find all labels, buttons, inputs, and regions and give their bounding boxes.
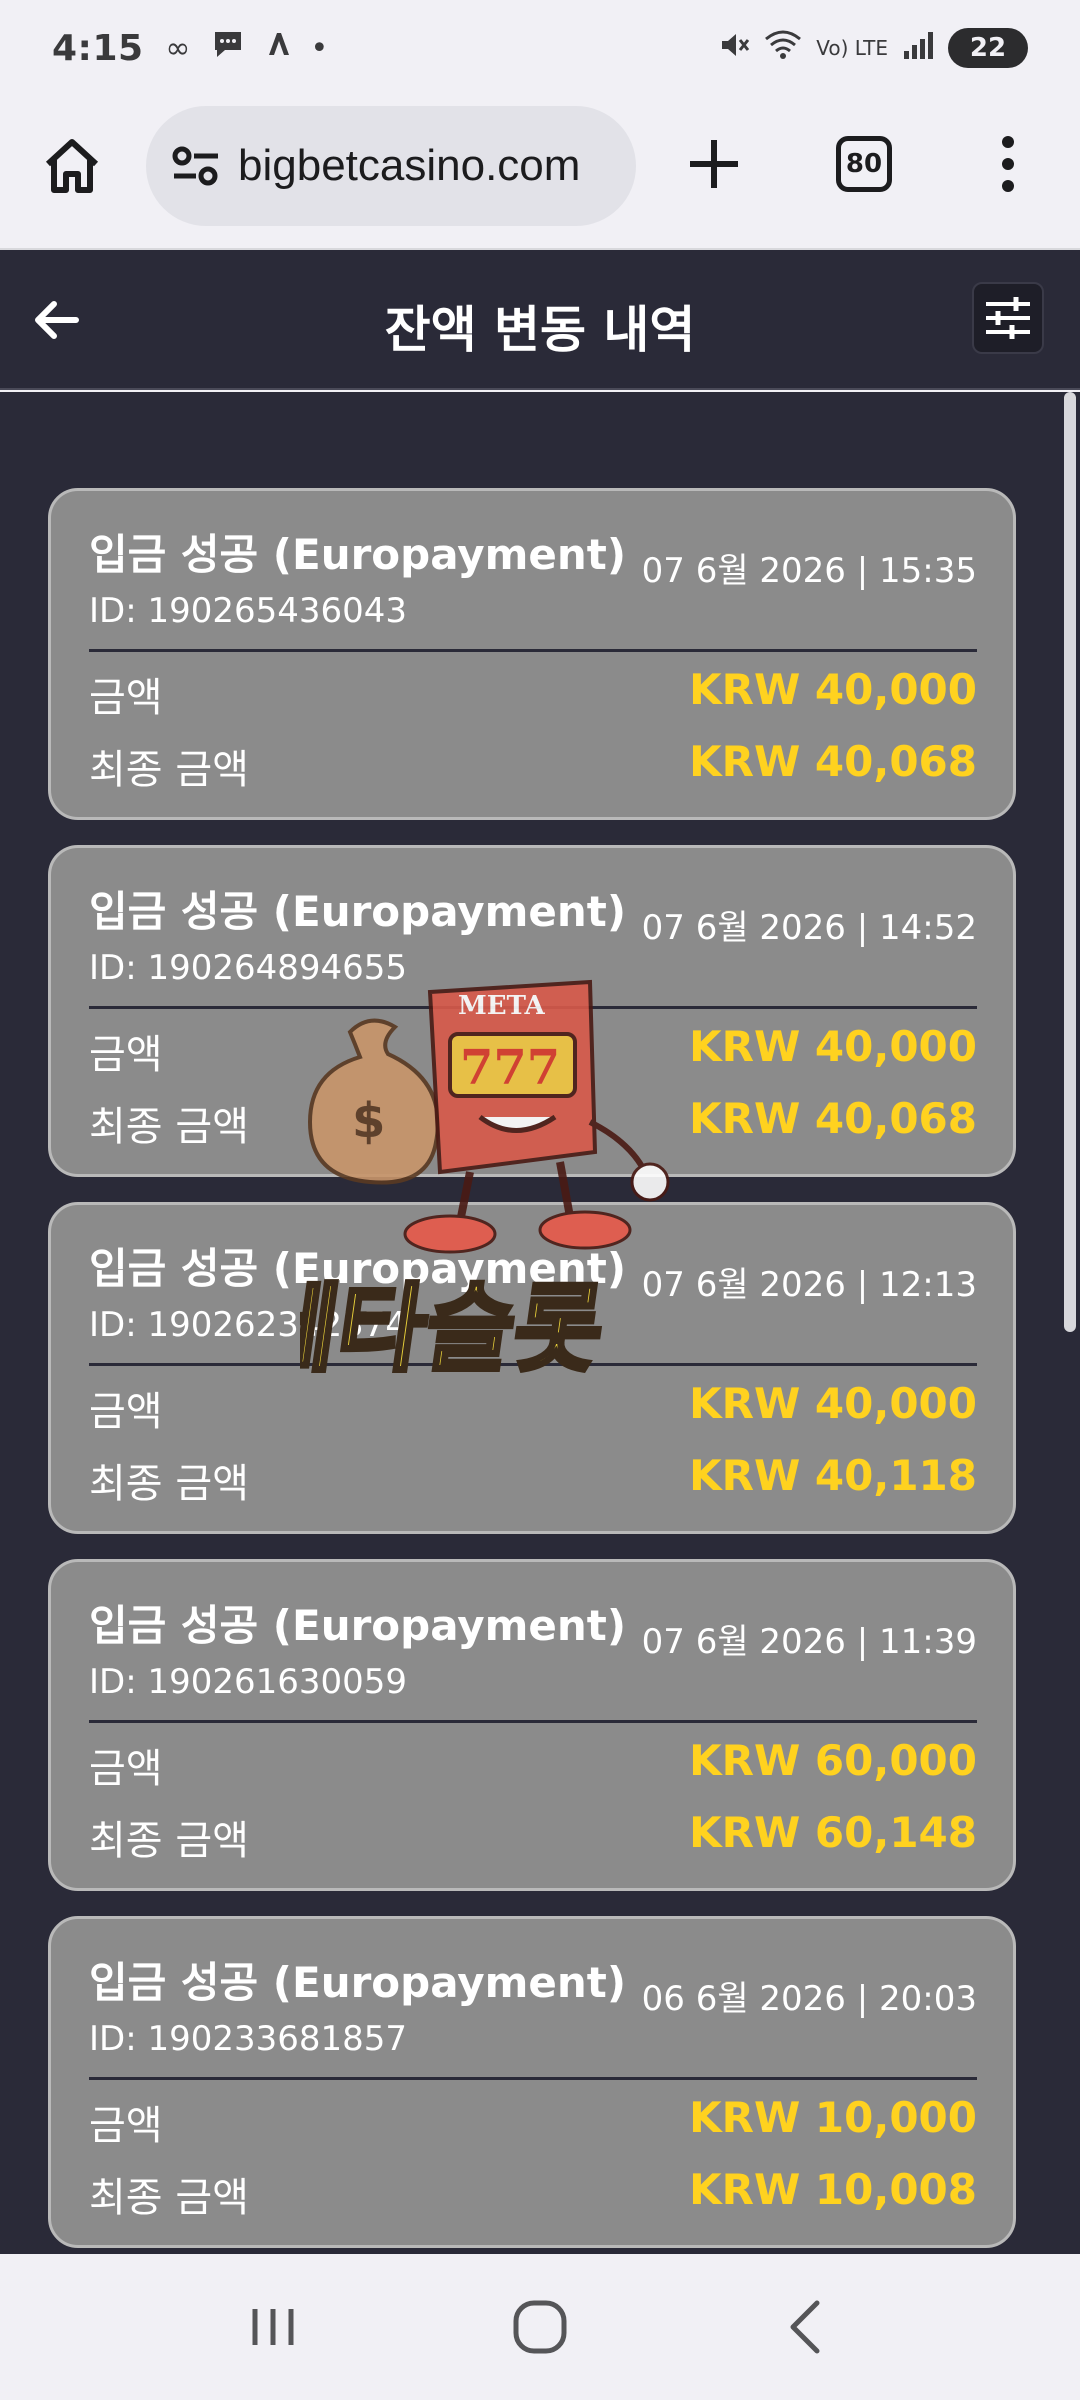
address-bar[interactable]: bigbetcasino.com [146, 106, 636, 226]
divider [89, 2077, 977, 2080]
status-bar: 4:15 ∞ • Vo) LTE 22 [0, 0, 1080, 96]
app-header: 잔액 변동 내역 [0, 250, 1080, 390]
battery-level: 22 [969, 33, 1007, 63]
system-nav-bar [0, 2254, 1080, 2400]
recents-icon [252, 2309, 294, 2345]
dot-icon: • [310, 30, 329, 66]
final-amount-label: 최종 금액 [89, 1104, 249, 1150]
divider [89, 649, 977, 652]
final-amount-label: 최종 금액 [89, 2175, 249, 2221]
more-vertical-icon [1002, 136, 1014, 192]
sliders-icon [986, 297, 1030, 339]
scrollbar[interactable] [1064, 392, 1076, 1332]
transaction-title: 입금 성공 (Europayment) [89, 887, 627, 936]
final-amount-label: 최종 금액 [89, 1461, 249, 1507]
mute-icon [718, 29, 750, 68]
browser-toolbar: bigbetcasino.com 80 [0, 96, 1080, 250]
final-amount-value: KRW 60,148 [689, 1808, 977, 1857]
final-amount-label: 최종 금액 [89, 747, 249, 793]
transaction-date: 07 6월 2026 | 14:52 [641, 908, 977, 948]
status-time: 4:15 [52, 27, 144, 69]
tab-count: 80 [845, 149, 883, 179]
home-nav-button[interactable] [500, 2287, 580, 2367]
wifi-icon [764, 29, 802, 68]
final-amount-label: 최종 금액 [89, 1818, 249, 1864]
transaction-id: ID: 190262342374 [89, 1305, 408, 1345]
amount-value: KRW 40,000 [689, 665, 977, 714]
amount-value: KRW 10,000 [689, 2093, 977, 2142]
amount-label: 금액 [89, 675, 163, 721]
transaction-title: 입금 성공 (Europayment) [89, 530, 627, 579]
transaction-title: 입금 성공 (Europayment) [89, 1958, 627, 2007]
transaction-title: 입금 성공 (Europayment) [89, 1244, 627, 1293]
final-amount-value: KRW 40,068 [689, 737, 977, 786]
transaction-id: ID: 190264894655 [89, 948, 408, 988]
transaction-id: ID: 190233681857 [89, 2019, 408, 2059]
final-amount-value: KRW 40,118 [689, 1451, 977, 1500]
tab-switcher-button[interactable]: 80 [836, 136, 892, 192]
amount-label: 금액 [89, 1032, 163, 1078]
chat-icon [211, 28, 245, 68]
amount-label: 금액 [89, 1746, 163, 1792]
transaction-date: 07 6월 2026 | 11:39 [641, 1622, 977, 1662]
amount-value: KRW 40,000 [689, 1022, 977, 1071]
transaction-id: ID: 190265436043 [89, 591, 408, 631]
signal-icon [902, 29, 934, 68]
transaction-card[interactable]: 입금 성공 (Europayment) 07 6월 2026 | 11:39 I… [48, 1559, 1016, 1891]
transaction-card[interactable]: 입금 성공 (Europayment) 07 6월 2026 | 15:35 I… [48, 488, 1016, 820]
home-circle-icon [513, 2300, 567, 2354]
amount-value: KRW 40,000 [689, 1379, 977, 1428]
infinity-icon: ∞ [165, 30, 191, 66]
transaction-date: 07 6월 2026 | 15:35 [641, 551, 977, 591]
amount-label: 금액 [89, 1389, 163, 1435]
transaction-id: ID: 190261630059 [89, 1662, 408, 1702]
plus-icon [690, 140, 738, 188]
divider [89, 1720, 977, 1723]
filter-button[interactable] [972, 282, 1044, 354]
home-button[interactable] [40, 134, 104, 198]
back-nav-button[interactable] [767, 2287, 847, 2367]
url-text[interactable]: bigbetcasino.com [238, 141, 580, 191]
chevron-left-icon [790, 2300, 820, 2354]
transaction-date: 07 6월 2026 | 12:13 [641, 1265, 977, 1305]
divider [89, 1006, 977, 1009]
transaction-date: 06 6월 2026 | 20:03 [641, 1979, 977, 2019]
transaction-list[interactable]: 입금 성공 (Europayment) 07 6월 2026 | 15:35 I… [0, 392, 1080, 2254]
amount-value: KRW 60,000 [689, 1736, 977, 1785]
site-settings-icon[interactable] [166, 136, 226, 196]
recent-apps-button[interactable] [233, 2287, 313, 2367]
final-amount-value: KRW 40,068 [689, 1094, 977, 1143]
more-menu-button[interactable] [990, 132, 1026, 196]
volte-icon: Vo) LTE [816, 36, 888, 60]
page-title: 잔액 변동 내역 [384, 301, 696, 359]
transaction-card[interactable]: 입금 성공 (Europayment) 07 6월 2026 | 14:52 I… [48, 845, 1016, 1177]
divider [89, 1363, 977, 1366]
status-notification-icons: ∞ • [166, 28, 329, 68]
app-icon [265, 29, 291, 67]
status-right: Vo) LTE 22 [718, 28, 1028, 68]
transaction-card[interactable]: 입금 성공 (Europayment) 07 6월 2026 | 12:13 I… [48, 1202, 1016, 1534]
transaction-card[interactable]: 입금 성공 (Europayment) 06 6월 2026 | 20:03 I… [48, 1916, 1016, 2248]
new-tab-button[interactable] [686, 136, 742, 192]
home-icon [45, 139, 99, 193]
final-amount-value: KRW 10,008 [689, 2165, 977, 2214]
amount-label: 금액 [89, 2103, 163, 2149]
transaction-title: 입금 성공 (Europayment) [89, 1601, 627, 1650]
battery-indicator: 22 [948, 28, 1028, 68]
